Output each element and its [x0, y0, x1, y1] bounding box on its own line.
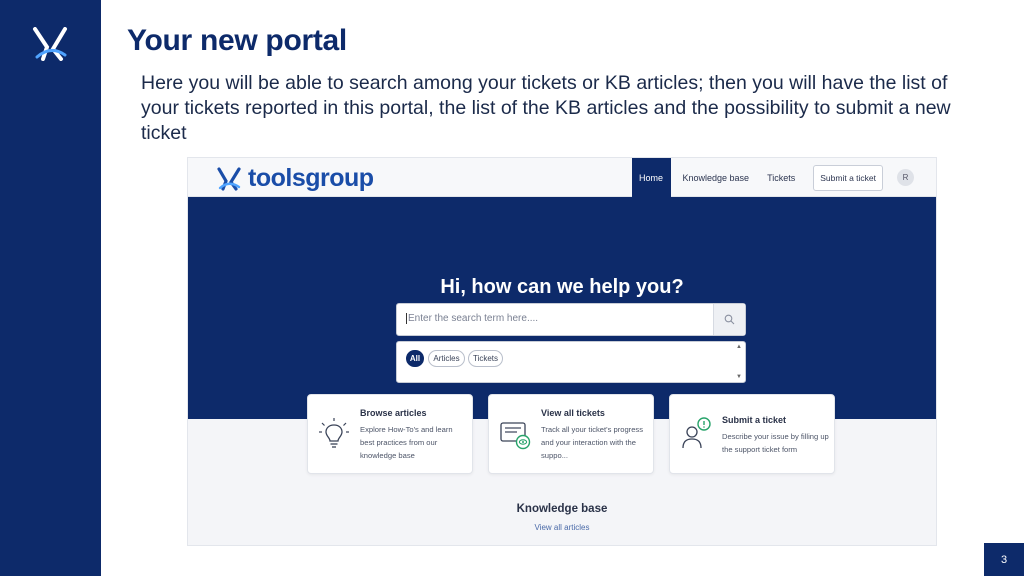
scroll-down-icon[interactable]: ▼	[736, 374, 742, 380]
portal-screenshot: toolsgroup Home Knowledge base Tickets S…	[188, 158, 936, 545]
slide-body-text: Here you will be able to search among yo…	[141, 72, 951, 144]
card-title: Submit a ticket	[722, 415, 787, 425]
portal-brand-name: toolsgroup	[248, 164, 374, 192]
card-browse-articles[interactable]: Browse articles Explore How-To's and lea…	[307, 394, 473, 474]
toolsgroup-logo-icon	[217, 166, 241, 191]
card-view-tickets[interactable]: View all tickets Track all your ticket's…	[488, 394, 654, 474]
ticket-view-icon	[500, 422, 531, 450]
lightbulb-icon	[319, 418, 349, 448]
filter-all-chip[interactable]: All	[406, 350, 424, 367]
card-title: View all tickets	[541, 408, 605, 418]
card-submit-ticket[interactable]: Submit a ticket Describe your issue by f…	[669, 394, 835, 474]
slide-title: Your new portal	[127, 24, 347, 57]
submit-ticket-button[interactable]: Submit a ticket	[813, 164, 883, 191]
filter-articles-chip[interactable]: Articles	[428, 350, 465, 367]
nav-home[interactable]: Home	[631, 158, 671, 197]
card-description: Explore How-To's and learn best practice…	[360, 425, 453, 460]
search-button[interactable]	[713, 304, 745, 335]
card-title: Browse articles	[360, 408, 427, 418]
user-alert-icon	[682, 417, 711, 449]
search-filter-box: All Articles Tickets ▲ ▼	[396, 341, 746, 383]
search-input[interactable]: Enter the search term here....	[406, 313, 538, 324]
nav-knowledge-base[interactable]: Knowledge base	[683, 173, 750, 183]
nav-tickets[interactable]: Tickets	[767, 173, 795, 183]
hero-title: Hi, how can we help you?	[440, 276, 684, 298]
search-bar[interactable]: Enter the search term here....	[396, 303, 746, 336]
card-description: Track all your ticket's progress and you…	[541, 425, 644, 460]
portal-nav: Home Knowledge base Tickets Submit a tic…	[631, 158, 936, 197]
user-avatar[interactable]: R	[897, 169, 914, 186]
scroll-up-icon[interactable]: ▲	[736, 344, 742, 350]
portal-header: toolsgroup Home Knowledge base Tickets S…	[188, 158, 936, 197]
filter-tickets-chip[interactable]: Tickets	[468, 350, 503, 367]
page-number: 3	[984, 543, 1024, 576]
slide-side-bar	[0, 0, 101, 576]
view-all-articles-link[interactable]: View all articles	[188, 523, 936, 532]
card-description: Describe your issue by filling up the su…	[722, 432, 829, 454]
portal-hero: Hi, how can we help you? Enter the searc…	[188, 197, 936, 419]
knowledge-base-heading: Knowledge base	[516, 503, 608, 515]
company-logo-icon	[33, 27, 67, 61]
portal-logo[interactable]: toolsgroup	[216, 164, 374, 193]
search-icon	[724, 314, 735, 325]
